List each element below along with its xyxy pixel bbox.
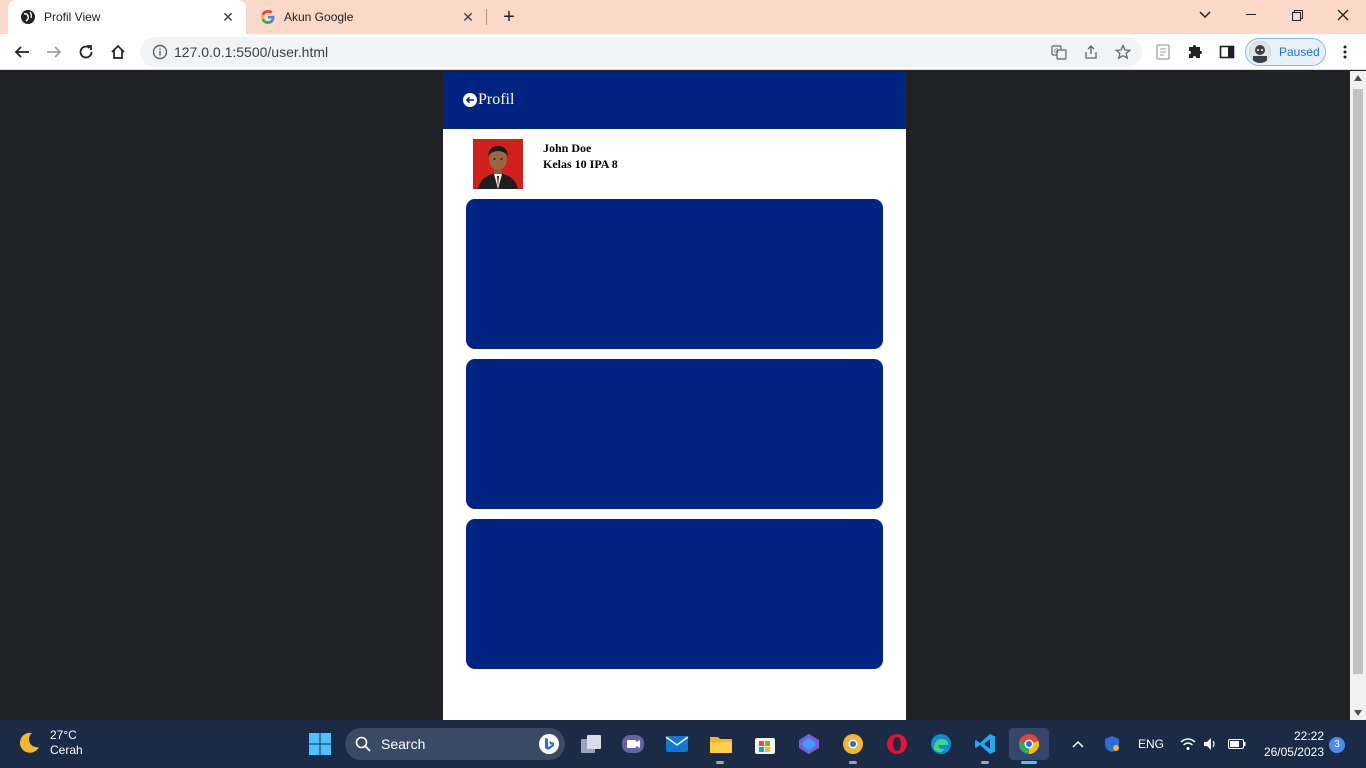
scroll-down-arrow-icon[interactable] bbox=[1354, 710, 1362, 716]
teams-chat-icon[interactable] bbox=[617, 728, 649, 760]
site-info-icon[interactable] bbox=[152, 44, 168, 60]
notification-badge[interactable]: 3 bbox=[1329, 737, 1345, 753]
translate-icon[interactable]: G bbox=[1051, 44, 1067, 60]
running-indicator bbox=[849, 761, 857, 764]
system-clock[interactable]: 22:22 26/05/2023 bbox=[1258, 728, 1324, 760]
windows-taskbar: 27°C Cerah Search ENG 22:22 26/05/2023 bbox=[0, 720, 1366, 768]
microsoft-store-icon[interactable] bbox=[749, 728, 781, 760]
profile-status: Paused bbox=[1279, 45, 1320, 59]
scrollbar-thumb[interactable] bbox=[1353, 89, 1363, 674]
close-window-button[interactable] bbox=[1320, 0, 1366, 30]
opera-icon[interactable] bbox=[881, 728, 913, 760]
reading-mode-button[interactable] bbox=[1149, 38, 1177, 66]
edge-icon[interactable] bbox=[925, 728, 957, 760]
weather-widget[interactable]: 27°C Cerah bbox=[16, 728, 83, 758]
tab-close-icon[interactable]: ✕ bbox=[220, 9, 236, 25]
language-indicator[interactable]: ENG bbox=[1138, 720, 1164, 768]
content-card[interactable] bbox=[466, 199, 883, 349]
user-class: Kelas 10 IPA 8 bbox=[543, 157, 618, 171]
profile-page: Profil John Doe Kelas 10 IPA 8 bbox=[443, 71, 906, 720]
app-header: Profil bbox=[443, 71, 906, 129]
bing-icon[interactable] bbox=[539, 734, 559, 754]
svg-text:G: G bbox=[1054, 48, 1059, 55]
tab-title: Profil View bbox=[44, 10, 101, 24]
copilot-app-icon[interactable] bbox=[793, 728, 825, 760]
tab-close-icon[interactable]: ✕ bbox=[460, 9, 476, 25]
mail-icon[interactable] bbox=[661, 728, 693, 760]
chrome-beta-icon[interactable] bbox=[837, 728, 869, 760]
forward-button[interactable] bbox=[40, 38, 68, 66]
tab-title: Akun Google bbox=[284, 10, 354, 24]
globe-icon bbox=[20, 9, 36, 25]
moon-icon bbox=[16, 730, 42, 756]
page-scrollbar[interactable] bbox=[1350, 71, 1366, 720]
start-button[interactable] bbox=[304, 728, 336, 760]
content-card[interactable] bbox=[466, 519, 883, 669]
back-arrow-circle-icon[interactable] bbox=[463, 93, 477, 107]
minimize-button[interactable] bbox=[1228, 0, 1274, 30]
tab-profil-view[interactable]: Profil View ✕ bbox=[8, 0, 246, 34]
restore-button[interactable] bbox=[1274, 0, 1320, 30]
user-name: John Doe bbox=[543, 141, 592, 155]
search-icon bbox=[355, 736, 371, 752]
search-label: Search bbox=[381, 736, 426, 752]
wifi-icon[interactable] bbox=[1180, 720, 1196, 768]
show-hidden-icons-chevron[interactable] bbox=[1072, 720, 1084, 768]
active-indicator bbox=[1021, 761, 1037, 764]
clock-date: 26/05/2023 bbox=[1263, 745, 1324, 759]
reload-button[interactable] bbox=[72, 38, 100, 66]
weather-temp: 27°C bbox=[50, 728, 77, 742]
home-button[interactable] bbox=[104, 38, 132, 66]
page-title: Profil bbox=[478, 91, 515, 108]
taskbar-search[interactable]: Search bbox=[345, 728, 565, 760]
file-explorer-icon[interactable] bbox=[705, 728, 737, 760]
weather-desc: Cerah bbox=[50, 743, 83, 757]
address-bar[interactable]: 127.0.0.1:5500/user.html bbox=[140, 37, 1142, 67]
chrome-menu-icon[interactable] bbox=[1331, 38, 1359, 66]
vscode-icon[interactable] bbox=[969, 728, 1001, 760]
side-panel-icon[interactable] bbox=[1213, 38, 1241, 66]
new-tab-button[interactable]: + bbox=[498, 6, 520, 28]
profile-photo bbox=[473, 139, 523, 189]
url-text: 127.0.0.1:5500/user.html bbox=[174, 44, 329, 60]
share-icon[interactable] bbox=[1083, 44, 1099, 60]
volume-icon[interactable] bbox=[1203, 720, 1217, 768]
browser-tab-strip: Profil View ✕ Akun Google ✕ + bbox=[0, 0, 1366, 34]
content-card[interactable] bbox=[466, 359, 883, 509]
google-icon bbox=[260, 9, 276, 25]
back-button[interactable] bbox=[8, 38, 36, 66]
extensions-puzzle-icon[interactable] bbox=[1181, 38, 1209, 66]
profile-button[interactable]: Paused bbox=[1245, 38, 1326, 66]
user-profile-summary: John Doe Kelas 10 IPA 8 bbox=[473, 139, 618, 189]
chrome-taskbar-icon[interactable] bbox=[1009, 728, 1049, 760]
tab-search-chevron-icon[interactable] bbox=[1182, 0, 1228, 30]
scroll-up-arrow-icon[interactable] bbox=[1354, 75, 1362, 81]
tab-separator bbox=[486, 9, 487, 25]
running-indicator bbox=[716, 761, 724, 764]
tab-akun-google[interactable]: Akun Google ✕ bbox=[250, 0, 486, 34]
bookmark-star-icon[interactable] bbox=[1115, 44, 1131, 60]
browser-toolbar: 127.0.0.1:5500/user.html G Paused bbox=[0, 34, 1366, 70]
avatar bbox=[1249, 41, 1271, 63]
security-shield-icon[interactable] bbox=[1104, 720, 1120, 768]
clock-time: 22:22 bbox=[1293, 729, 1324, 743]
running-indicator bbox=[981, 761, 989, 764]
battery-icon[interactable] bbox=[1228, 720, 1246, 768]
web-viewport: Profil John Doe Kelas 10 IPA 8 bbox=[0, 71, 1350, 720]
task-view-icon[interactable] bbox=[575, 728, 607, 760]
user-info: John Doe Kelas 10 IPA 8 bbox=[543, 140, 618, 189]
